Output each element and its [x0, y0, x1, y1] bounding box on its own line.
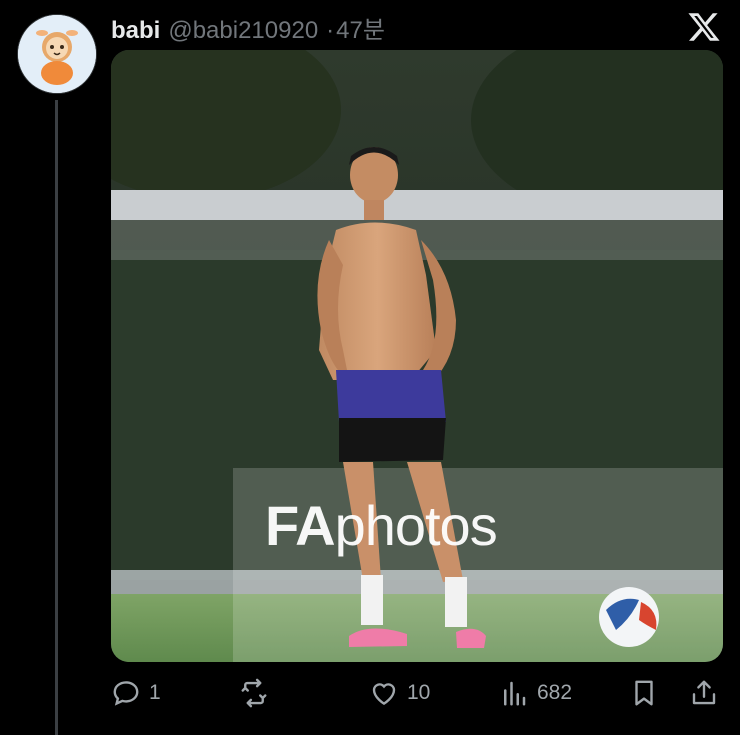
retweet-icon: [241, 678, 267, 708]
action-bar: 1 10 682: [111, 676, 723, 710]
reply-icon: [113, 681, 139, 706]
share-button[interactable]: [689, 676, 719, 710]
user-handle[interactable]: @babi210920: [168, 17, 318, 45]
views-button[interactable]: 682: [499, 676, 572, 710]
retweet-button[interactable]: [239, 676, 277, 710]
avatar[interactable]: [17, 14, 97, 94]
views-count: 682: [537, 681, 573, 704]
separator: ·: [326, 17, 335, 44]
photo-scene: [111, 50, 723, 662]
avatar-image: [18, 15, 96, 93]
watermark-suffix: photos: [334, 494, 498, 557]
timestamp[interactable]: 47분: [336, 10, 385, 45]
share-icon: [692, 680, 716, 705]
like-button[interactable]: 10: [369, 676, 430, 710]
views-icon: [504, 681, 526, 706]
display-name[interactable]: babi: [111, 17, 160, 45]
thread-line: [55, 100, 58, 735]
bookmark-button[interactable]: [629, 676, 659, 710]
x-logo-icon[interactable]: [687, 10, 721, 44]
tweet-card[interactable]: babi @babi210920 · 47분 FAphotos 1 10 682: [0, 0, 740, 735]
watermark-brand: FA: [265, 494, 336, 557]
tweet-header: babi @babi210920 · 47분: [111, 10, 385, 45]
bookmark-icon: [635, 680, 653, 706]
reply-button[interactable]: 1: [111, 676, 161, 710]
tweet-photo[interactable]: FAphotos: [111, 50, 723, 662]
heart-icon: [372, 683, 396, 706]
like-count: 10: [407, 681, 431, 704]
reply-count: 1: [149, 681, 161, 704]
photo-watermark: FAphotos: [265, 493, 498, 558]
